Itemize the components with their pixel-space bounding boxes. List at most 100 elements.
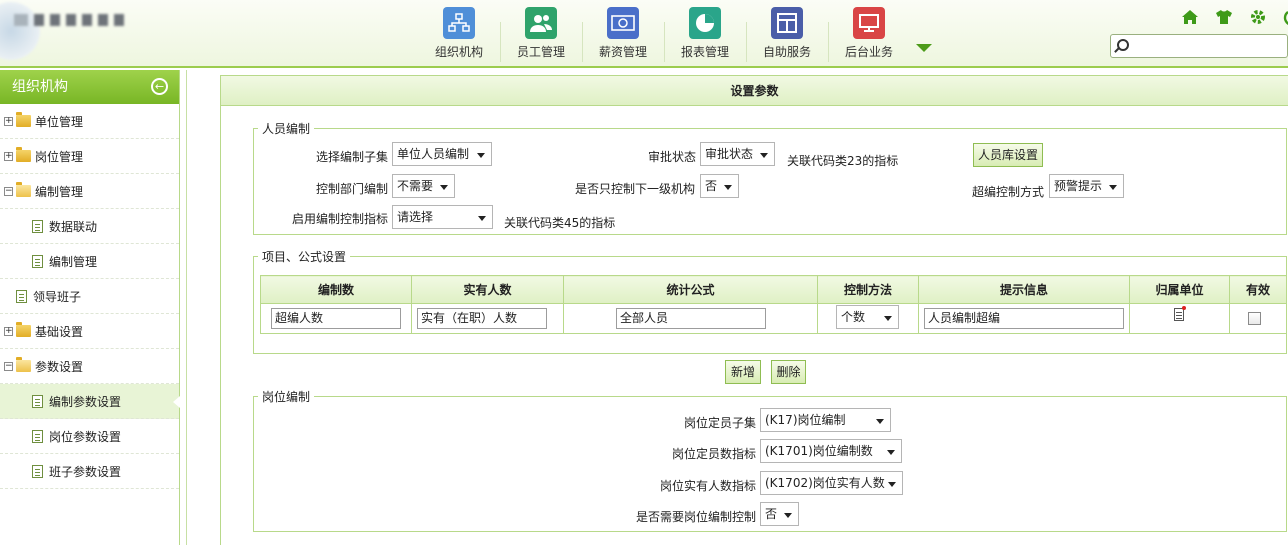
dept-control-select[interactable]: 不需要 xyxy=(392,174,455,198)
subset-select[interactable]: 单位人员编制 xyxy=(392,142,492,166)
sidebar-item-establishment-management[interactable]: − 编制管理 xyxy=(0,174,179,209)
folder-open-icon xyxy=(16,182,31,197)
power-icon[interactable] xyxy=(1282,8,1288,26)
expand-plus-icon[interactable]: + xyxy=(4,326,13,336)
collapse-minus-icon[interactable]: − xyxy=(4,361,13,371)
home-icon[interactable] xyxy=(1180,8,1200,26)
post-quota-label: 岗位定员数指标 xyxy=(672,447,757,461)
document-icon xyxy=(32,429,43,443)
valid-checkbox[interactable] xyxy=(1248,312,1261,325)
nav-label: 员工管理 xyxy=(516,45,565,59)
staff-library-button[interactable]: 人员库设置 xyxy=(973,143,1043,167)
document-icon xyxy=(32,394,43,408)
document-icon xyxy=(32,254,43,268)
sidebar-item-leadership[interactable]: 领导班子 xyxy=(0,279,179,314)
gear-icon[interactable] xyxy=(1248,8,1268,26)
sidebar-item-data-linkage[interactable]: 数据联动 xyxy=(0,209,179,244)
sidebar: 组织机构 ← + 单位管理 + 岗位管理 − 编制管理 数据联动 编制管理 领导… xyxy=(0,70,180,545)
post-subset-label: 岗位定员子集 xyxy=(684,416,757,430)
search-box xyxy=(1110,34,1288,58)
indicator-note: 关联代码类45的指标 xyxy=(504,216,616,230)
search-icon[interactable] xyxy=(1117,39,1129,51)
nav-report[interactable]: 报表管理 xyxy=(664,0,746,66)
sidebar-splitter[interactable] xyxy=(186,70,187,545)
section-legend: 人员编制 xyxy=(262,122,311,136)
post-subset-select[interactable]: (K17)岗位编制 xyxy=(760,408,891,432)
column-header: 统计公式 xyxy=(563,275,818,304)
sidebar-item-label: 领导班子 xyxy=(33,289,82,304)
users-icon xyxy=(525,7,557,39)
nav-more-chevron-down-icon[interactable] xyxy=(916,44,932,52)
org-chart-icon xyxy=(443,7,475,39)
brand-name-blurred xyxy=(14,14,124,30)
table-header-row: 编制数 实有人数 统计公式 控制方法 提示信息 归属单位 有效 xyxy=(260,275,1287,304)
collapse-arrow-left-icon[interactable]: ← xyxy=(151,78,168,95)
sidebar-item-post-management[interactable]: + 岗位管理 xyxy=(0,139,179,174)
logo xyxy=(0,0,175,60)
nav-label: 报表管理 xyxy=(680,45,729,59)
column-header: 有效 xyxy=(1229,275,1287,304)
sidebar-item-label: 数据联动 xyxy=(49,219,98,234)
overstaff-mode-select[interactable]: 预警提示 xyxy=(1049,174,1124,198)
nav-backend[interactable]: 后台业务 xyxy=(828,0,910,66)
message-input[interactable]: 人员编制超编 xyxy=(924,308,1124,329)
post-quota-select[interactable]: (K1701)岗位编制数 xyxy=(760,439,902,463)
section-legend: 项目、公式设置 xyxy=(262,250,347,264)
sidebar-item-parameter-settings[interactable]: − 参数设置 xyxy=(0,349,179,384)
sidebar-item-label: 编制参数设置 xyxy=(49,394,122,409)
post-actual-select[interactable]: (K1702)岗位实有人数 xyxy=(760,471,903,495)
search-input[interactable] xyxy=(1133,37,1283,55)
control-method-select[interactable]: 个数 xyxy=(836,305,899,329)
sidebar-item-basic-settings[interactable]: + 基础设置 xyxy=(0,314,179,349)
formula-table: 编制数 实有人数 统计公式 控制方法 提示信息 归属单位 有效 超编人数 实有（… xyxy=(260,275,1287,334)
expand-plus-icon[interactable]: + xyxy=(4,151,13,161)
section-legend: 岗位编制 xyxy=(262,390,311,404)
sidebar-item-establishment-params[interactable]: 编制参数设置 xyxy=(0,384,180,419)
table-cell: 全部人员 xyxy=(563,303,818,334)
nav-label: 后台业务 xyxy=(844,45,893,59)
quota-input[interactable]: 超编人数 xyxy=(271,308,401,329)
nav-salary[interactable]: 薪资管理 xyxy=(582,0,664,66)
delete-button[interactable]: 删除 xyxy=(771,360,806,384)
nav-org[interactable]: 组织机构 xyxy=(418,0,500,66)
nav-staff[interactable]: 员工管理 xyxy=(500,0,582,66)
pie-chart-icon xyxy=(689,7,721,39)
overstaff-mode-label: 超编控制方式 xyxy=(972,185,1045,199)
table-row: 超编人数 实有（在职）人数 全部人员 个数 人员编制超编 xyxy=(260,303,1287,334)
sidebar-item-team-params[interactable]: 班子参数设置 xyxy=(0,454,179,489)
actual-count-input[interactable]: 实有（在职）人数 xyxy=(417,308,547,329)
collapse-minus-icon[interactable]: − xyxy=(4,186,13,196)
expand-plus-icon[interactable]: + xyxy=(4,116,13,126)
window-icon xyxy=(771,7,803,39)
post-control-select[interactable]: 否 xyxy=(760,502,799,526)
sidebar-item-label: 岗位管理 xyxy=(35,149,84,164)
sidebar-item-post-params[interactable]: 岗位参数设置 xyxy=(0,419,179,454)
main-nav: 组织机构 员工管理 薪资管理 报表管理 自助服务 后台业务 xyxy=(418,0,910,66)
settings-panel: 设置参数 人员编制 选择编制子集 单位人员编制 审批状态 审批状态 关联代码类2… xyxy=(220,75,1288,545)
approval-select[interactable]: 审批状态 xyxy=(700,142,775,166)
document-icon xyxy=(16,289,27,303)
document-icon xyxy=(32,219,43,233)
sidebar-item-label: 编制管理 xyxy=(35,184,84,199)
sidebar-title: 组织机构 ← xyxy=(0,70,179,104)
nav-self-service[interactable]: 自助服务 xyxy=(746,0,828,66)
nav-label: 自助服务 xyxy=(762,45,811,59)
sidebar-item-establishment-management-sub[interactable]: 编制管理 xyxy=(0,244,179,279)
column-header: 归属单位 xyxy=(1129,275,1230,304)
logo-emblem-icon xyxy=(0,2,40,60)
formula-input[interactable]: 全部人员 xyxy=(616,308,766,329)
table-cell xyxy=(1129,303,1230,334)
post-control-label: 是否需要岗位编制控制 xyxy=(636,510,757,524)
table-cell: 人员编制超编 xyxy=(918,303,1130,334)
lower-level-select[interactable]: 否 xyxy=(700,174,739,198)
folder-icon xyxy=(16,147,31,162)
edit-unit-icon[interactable] xyxy=(1174,306,1186,321)
column-header: 实有人数 xyxy=(411,275,564,304)
sidebar-item-unit-management[interactable]: + 单位管理 xyxy=(0,104,179,139)
subset-label: 选择编制子集 xyxy=(316,150,389,164)
shirt-icon[interactable] xyxy=(1214,8,1234,26)
add-button[interactable]: 新增 xyxy=(725,360,761,384)
monitor-icon xyxy=(853,7,885,39)
lower-level-label: 是否只控制下一级机构 xyxy=(575,182,696,196)
indicator-select[interactable]: 请选择 xyxy=(392,205,493,229)
